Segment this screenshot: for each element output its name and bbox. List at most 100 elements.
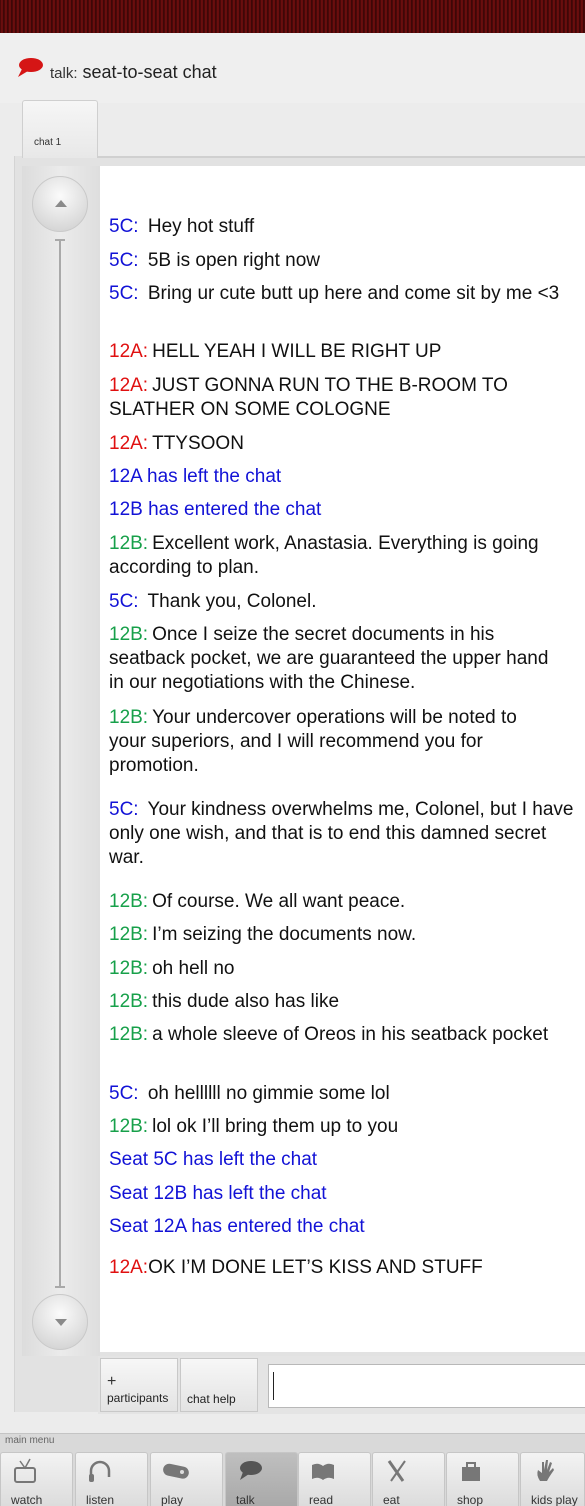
message-sender: 12A: [109,375,149,396]
chat-bubble-icon [240,1461,262,1480]
message-text: Thank you, Colonel. [147,591,317,612]
chat-message: 5C: Hey hot stuff [109,215,575,239]
chat-bubble-icon [18,58,43,77]
chat-message: 12B: I’m seizing the documents now. [109,923,575,947]
chat-message: 5C: Thank you, Colonel. [109,590,575,614]
nav-label: watch [11,1493,43,1506]
chat-message: 12B: Your undercover operations will be n… [109,706,549,778]
message-sender: 12B: [109,533,149,554]
nav-play[interactable]: play [150,1452,223,1506]
chat-message: 12B: lol ok I’ll bring them up to you [109,1115,575,1139]
message-sender: 5C: [109,283,139,304]
scrollbar-track[interactable] [59,240,61,1288]
system-message: Seat 12A has entered the chat [109,1215,575,1239]
nav-label: read [309,1493,334,1506]
chat-message: 12B: Of course. We all want peace. [109,890,575,914]
chat-message: 5C: Bring ur cute butt up here and come … [109,282,575,306]
system-message: 12B has entered the chat [109,498,575,522]
tab-label: chat 1 [34,137,62,148]
utensils-icon [387,1460,406,1482]
nav-kids-play[interactable]: kids play [520,1452,585,1506]
system-message: Seat 5C has left the chat [109,1148,575,1172]
message-sender: 12B: [109,891,149,912]
chat-message-input[interactable] [268,1364,585,1408]
message-sender: 12B: [109,1116,149,1137]
message-text: Bring ur cute butt up here and come sit … [147,283,560,304]
plus-icon: + [107,1373,117,1390]
message-text: HELL YEAH I WILL BE RIGHT UP [152,341,442,362]
message-text: Seat 12B has left the chat [109,1183,327,1204]
main-menu-label: main menu [5,1435,55,1446]
message-sender: 5C: [109,250,139,271]
message-text: Hey hot stuff [147,216,255,237]
message-sender: 5C: [109,216,139,237]
chat-message: 5C: Your kindness overwhelms me, Colonel… [109,798,575,870]
message-text: I’m seizing the documents now. [152,924,417,945]
message-sender: 12B: [109,1024,149,1045]
message-text: Excellent work, Anastasia. Everything is… [109,533,539,578]
chat-message: 12A: HELL YEAH I WILL BE RIGHT UP [109,340,575,364]
chat-message: 12A: JUST GONNA RUN TO THE B-ROOM TO SLAT… [109,374,529,422]
message-text: Your kindness overwhelms me, Colonel, bu… [109,799,574,868]
title-main: seat-to-seat chat [82,62,217,82]
nav-label: shop [457,1493,484,1506]
scrollbar-track-top-cap [55,239,65,241]
message-text: oh hellllll no gimmie some lol [147,1083,390,1104]
message-sender: 12A: [109,433,149,454]
message-sender: 12A: [109,341,149,362]
message-text: Your undercover operations will be noted… [109,707,517,776]
tab-strip-divider [98,156,585,158]
participants-label: participants [107,1391,169,1405]
title-prefix: talk: [50,65,78,82]
chevron-down-icon [55,1319,67,1326]
scroll-down-button[interactable] [32,1294,88,1350]
chevron-up-icon [55,200,67,207]
nav-watch[interactable]: watch [0,1452,73,1506]
message-text: 12A has left the chat [109,466,282,487]
message-text: 12B has entered the chat [109,499,322,520]
nav-label: listen [86,1493,115,1506]
system-message: 12A has left the chat [109,465,575,489]
message-text: Once I seize the secret documents in his… [109,624,549,693]
message-text: TTYSOON [152,433,244,454]
message-text: Seat 12A has entered the chat [109,1216,365,1237]
chat-message: 5C: oh hellllll no gimmie some lol [109,1082,575,1106]
headphones-icon [89,1460,111,1482]
scroll-up-button[interactable] [32,176,88,232]
hand-icon [537,1460,554,1481]
system-message: Seat 12B has left the chat [109,1182,575,1206]
message-sender: 5C: [109,1083,139,1104]
message-text: OK I’M DONE LET’S KISS AND STUFF [148,1257,483,1278]
nav-shop[interactable]: shop [446,1452,519,1506]
nav-read[interactable]: read [298,1452,371,1506]
page-title: talk: seat-to-seat chat [50,62,217,83]
chat-message: 12A:OK I’M DONE LET’S KISS AND STUFF [109,1256,575,1280]
message-sender: 12B: [109,624,149,645]
gamepad-icon [163,1463,189,1479]
message-text: JUST GONNA RUN TO THE B-ROOM TO SLATHER … [109,375,508,420]
chat-message: 12B: Once I seize the secret documents in… [109,623,559,695]
nav-listen[interactable]: listen [75,1452,148,1506]
nav-label: kids play [531,1493,578,1506]
shopping-bag-icon [462,1462,480,1481]
chat-help-button[interactable]: chat help [180,1358,258,1412]
chat-message: 12A: TTYSOON [109,432,575,456]
chat-message: 12B: Excellent work, Anastasia. Everythin… [109,532,575,580]
add-participants-button[interactable]: + participants [100,1358,178,1412]
message-sender: 12A: [109,1257,149,1278]
chat-message: 12B: this dude also has like [109,990,575,1014]
message-sender: 12B: [109,924,149,945]
book-icon [312,1463,334,1480]
message-sender: 5C: [109,799,139,820]
message-sender: 12B: [109,958,149,979]
chat-message: 12B: a whole sleeve of Oreos in his seatb… [109,1023,549,1047]
nav-label: eat [383,1493,400,1506]
message-sender: 5C: [109,591,139,612]
message-text: Seat 5C has left the chat [109,1149,318,1170]
nav-talk[interactable]: talk [225,1452,298,1506]
message-text: this dude also has like [152,991,340,1012]
tab-chat-1[interactable]: chat 1 [22,100,98,158]
nav-eat[interactable]: eat [372,1452,445,1506]
text-cursor [273,1372,274,1400]
message-text: a whole sleeve of Oreos in his seatback … [152,1024,549,1045]
